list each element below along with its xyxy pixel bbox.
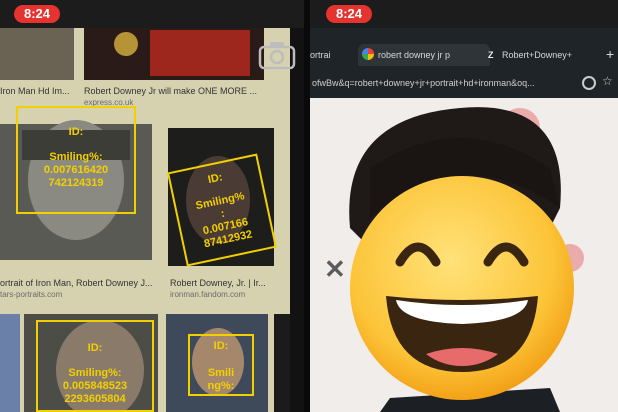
grinning-emoji-icon bbox=[350, 176, 574, 400]
thumb-top-left bbox=[0, 28, 74, 80]
result-source: ironman.fandom.com bbox=[170, 290, 246, 299]
face-detection-box: ID: Smili ng%: bbox=[188, 334, 254, 396]
browser-tab-active[interactable]: robert downey jr p bbox=[358, 44, 490, 66]
status-time: 8:24 bbox=[14, 5, 60, 23]
status-bar: 8:24 bbox=[0, 0, 304, 28]
status-bar: 8:24 bbox=[310, 0, 618, 28]
result-caption[interactable]: Robert Downey, Jr. | Ir... bbox=[170, 278, 274, 288]
smiling-value: ng%: bbox=[207, 380, 235, 392]
result-caption[interactable]: Iron Man Hd Im... bbox=[0, 86, 76, 96]
smiling-value: 742124319 bbox=[48, 177, 104, 189]
result-caption[interactable]: ortrait of Iron Man, Robert Downey J... bbox=[0, 278, 152, 288]
face-detection-box: ID: Smiling%: 0.005848523 2293605804 bbox=[36, 320, 154, 412]
status-time: 8:24 bbox=[326, 5, 372, 23]
face-detection-box: ID: Smiling% : 0.007166 87412932 bbox=[167, 153, 277, 267]
google-icon bbox=[362, 48, 374, 60]
left-phone-screen: 8:24 Iron Man Hd Im... Robert Downey Jr … bbox=[0, 0, 304, 412]
smiling-value: 2293605804 bbox=[64, 393, 126, 405]
new-tab-icon[interactable]: + bbox=[606, 46, 614, 62]
camera-icon[interactable] bbox=[258, 40, 296, 70]
result-caption[interactable]: Robert Downey Jr will make ONE MORE ... bbox=[84, 86, 284, 96]
tab-label: robert downey jr p bbox=[378, 50, 451, 60]
smiling-value: 0.007616420 bbox=[43, 164, 109, 176]
location-icon[interactable] bbox=[582, 76, 596, 90]
smiling-label: Smiling%: bbox=[68, 367, 122, 379]
face-id-label: ID: bbox=[213, 340, 229, 352]
close-x-icon[interactable]: ✕ bbox=[324, 254, 346, 285]
smiling-label: Smili bbox=[207, 367, 235, 379]
face-detection-box: ID: Smiling%: 0.007616420 742124319 bbox=[16, 106, 136, 214]
tab-label: Robert+Downey+ bbox=[502, 50, 573, 60]
face-id-label: ID: bbox=[68, 126, 84, 138]
browser-tab[interactable]: ortrai bbox=[310, 44, 350, 66]
address-bar[interactable]: ofwBw&q=robert+downey+jr+portrait+hd+iro… bbox=[310, 74, 612, 92]
browser-tab[interactable]: Z Robert+Downey+ bbox=[486, 44, 598, 66]
right-phone-screen: 8:24 ortrai robert downey jr p Z Robert+… bbox=[310, 0, 618, 412]
face-id-label: ID: bbox=[87, 342, 103, 354]
result-source: tars-portraits.com bbox=[0, 290, 63, 299]
smiling-value: 0.005848523 bbox=[62, 380, 128, 392]
smiling-label: Smiling%: bbox=[49, 151, 103, 163]
star-icon[interactable]: ☆ bbox=[602, 74, 613, 88]
zillow-icon: Z bbox=[488, 50, 494, 60]
